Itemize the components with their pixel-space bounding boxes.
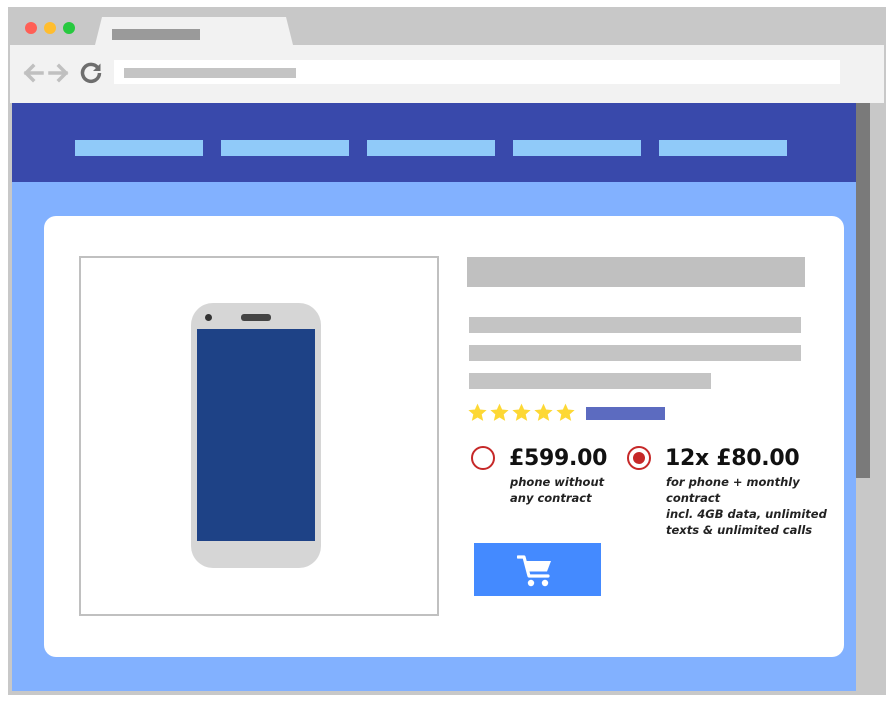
description-line	[469, 373, 711, 389]
minimize-window-button[interactable]	[44, 22, 56, 34]
description-line	[469, 317, 801, 333]
forward-arrow-icon[interactable]	[48, 62, 70, 84]
reload-icon[interactable]	[80, 62, 102, 84]
nav-item[interactable]	[659, 140, 787, 156]
phone-speaker	[241, 314, 271, 321]
phone-camera	[205, 314, 212, 321]
product-title-placeholder	[467, 257, 805, 287]
back-arrow-icon[interactable]	[22, 62, 44, 84]
price-no-contract: £599.00	[509, 446, 608, 471]
browser-toolbar	[10, 45, 884, 103]
price-contract: 12x £80.00	[665, 446, 800, 471]
browser-window: £599.00 phone without any contract 12x £…	[8, 7, 886, 695]
maximize-window-button[interactable]	[63, 22, 75, 34]
star-icon	[512, 403, 531, 421]
close-window-button[interactable]	[25, 22, 37, 34]
scrollbar-thumb[interactable]	[856, 103, 870, 478]
note-line: texts & unlimited calls	[666, 523, 813, 537]
nav-item[interactable]	[75, 140, 203, 156]
nav-item[interactable]	[513, 140, 641, 156]
price-note-contract: for phone + monthly contract incl. 4GB d…	[666, 474, 844, 538]
note-line: any contract	[510, 491, 592, 505]
note-line: incl. 4GB data, unlimited	[666, 507, 827, 521]
star-icon	[556, 403, 575, 421]
note-line: for phone + monthly contract	[666, 475, 800, 505]
price-note-no-contract: phone without any contract	[510, 474, 604, 506]
title-bar	[10, 9, 884, 49]
phone-screen	[197, 329, 315, 541]
description-line	[469, 345, 801, 361]
product-card: £599.00 phone without any contract 12x £…	[44, 216, 844, 657]
site-navbar	[12, 103, 856, 182]
rating-stars	[467, 402, 576, 424]
product-image-frame	[79, 256, 439, 616]
smartphone-image	[191, 303, 321, 568]
star-icon	[468, 403, 487, 421]
nav-item[interactable]	[221, 140, 349, 156]
note-line: phone without	[510, 475, 605, 489]
vertical-scrollbar[interactable]	[856, 103, 870, 691]
price-option-radio-contract[interactable]	[627, 446, 651, 470]
url-text-placeholder	[124, 68, 296, 78]
page-viewport: £599.00 phone without any contract 12x £…	[12, 103, 870, 691]
nav-item[interactable]	[367, 140, 495, 156]
star-icon	[534, 403, 553, 421]
reviews-link[interactable]	[586, 407, 665, 420]
price-option-radio-no-contract[interactable]	[471, 446, 495, 470]
star-icon	[490, 403, 509, 421]
add-to-cart-button[interactable]	[474, 543, 601, 596]
address-bar[interactable]	[114, 60, 840, 84]
shopping-cart-icon	[517, 555, 551, 587]
tab-title-placeholder	[112, 29, 200, 40]
